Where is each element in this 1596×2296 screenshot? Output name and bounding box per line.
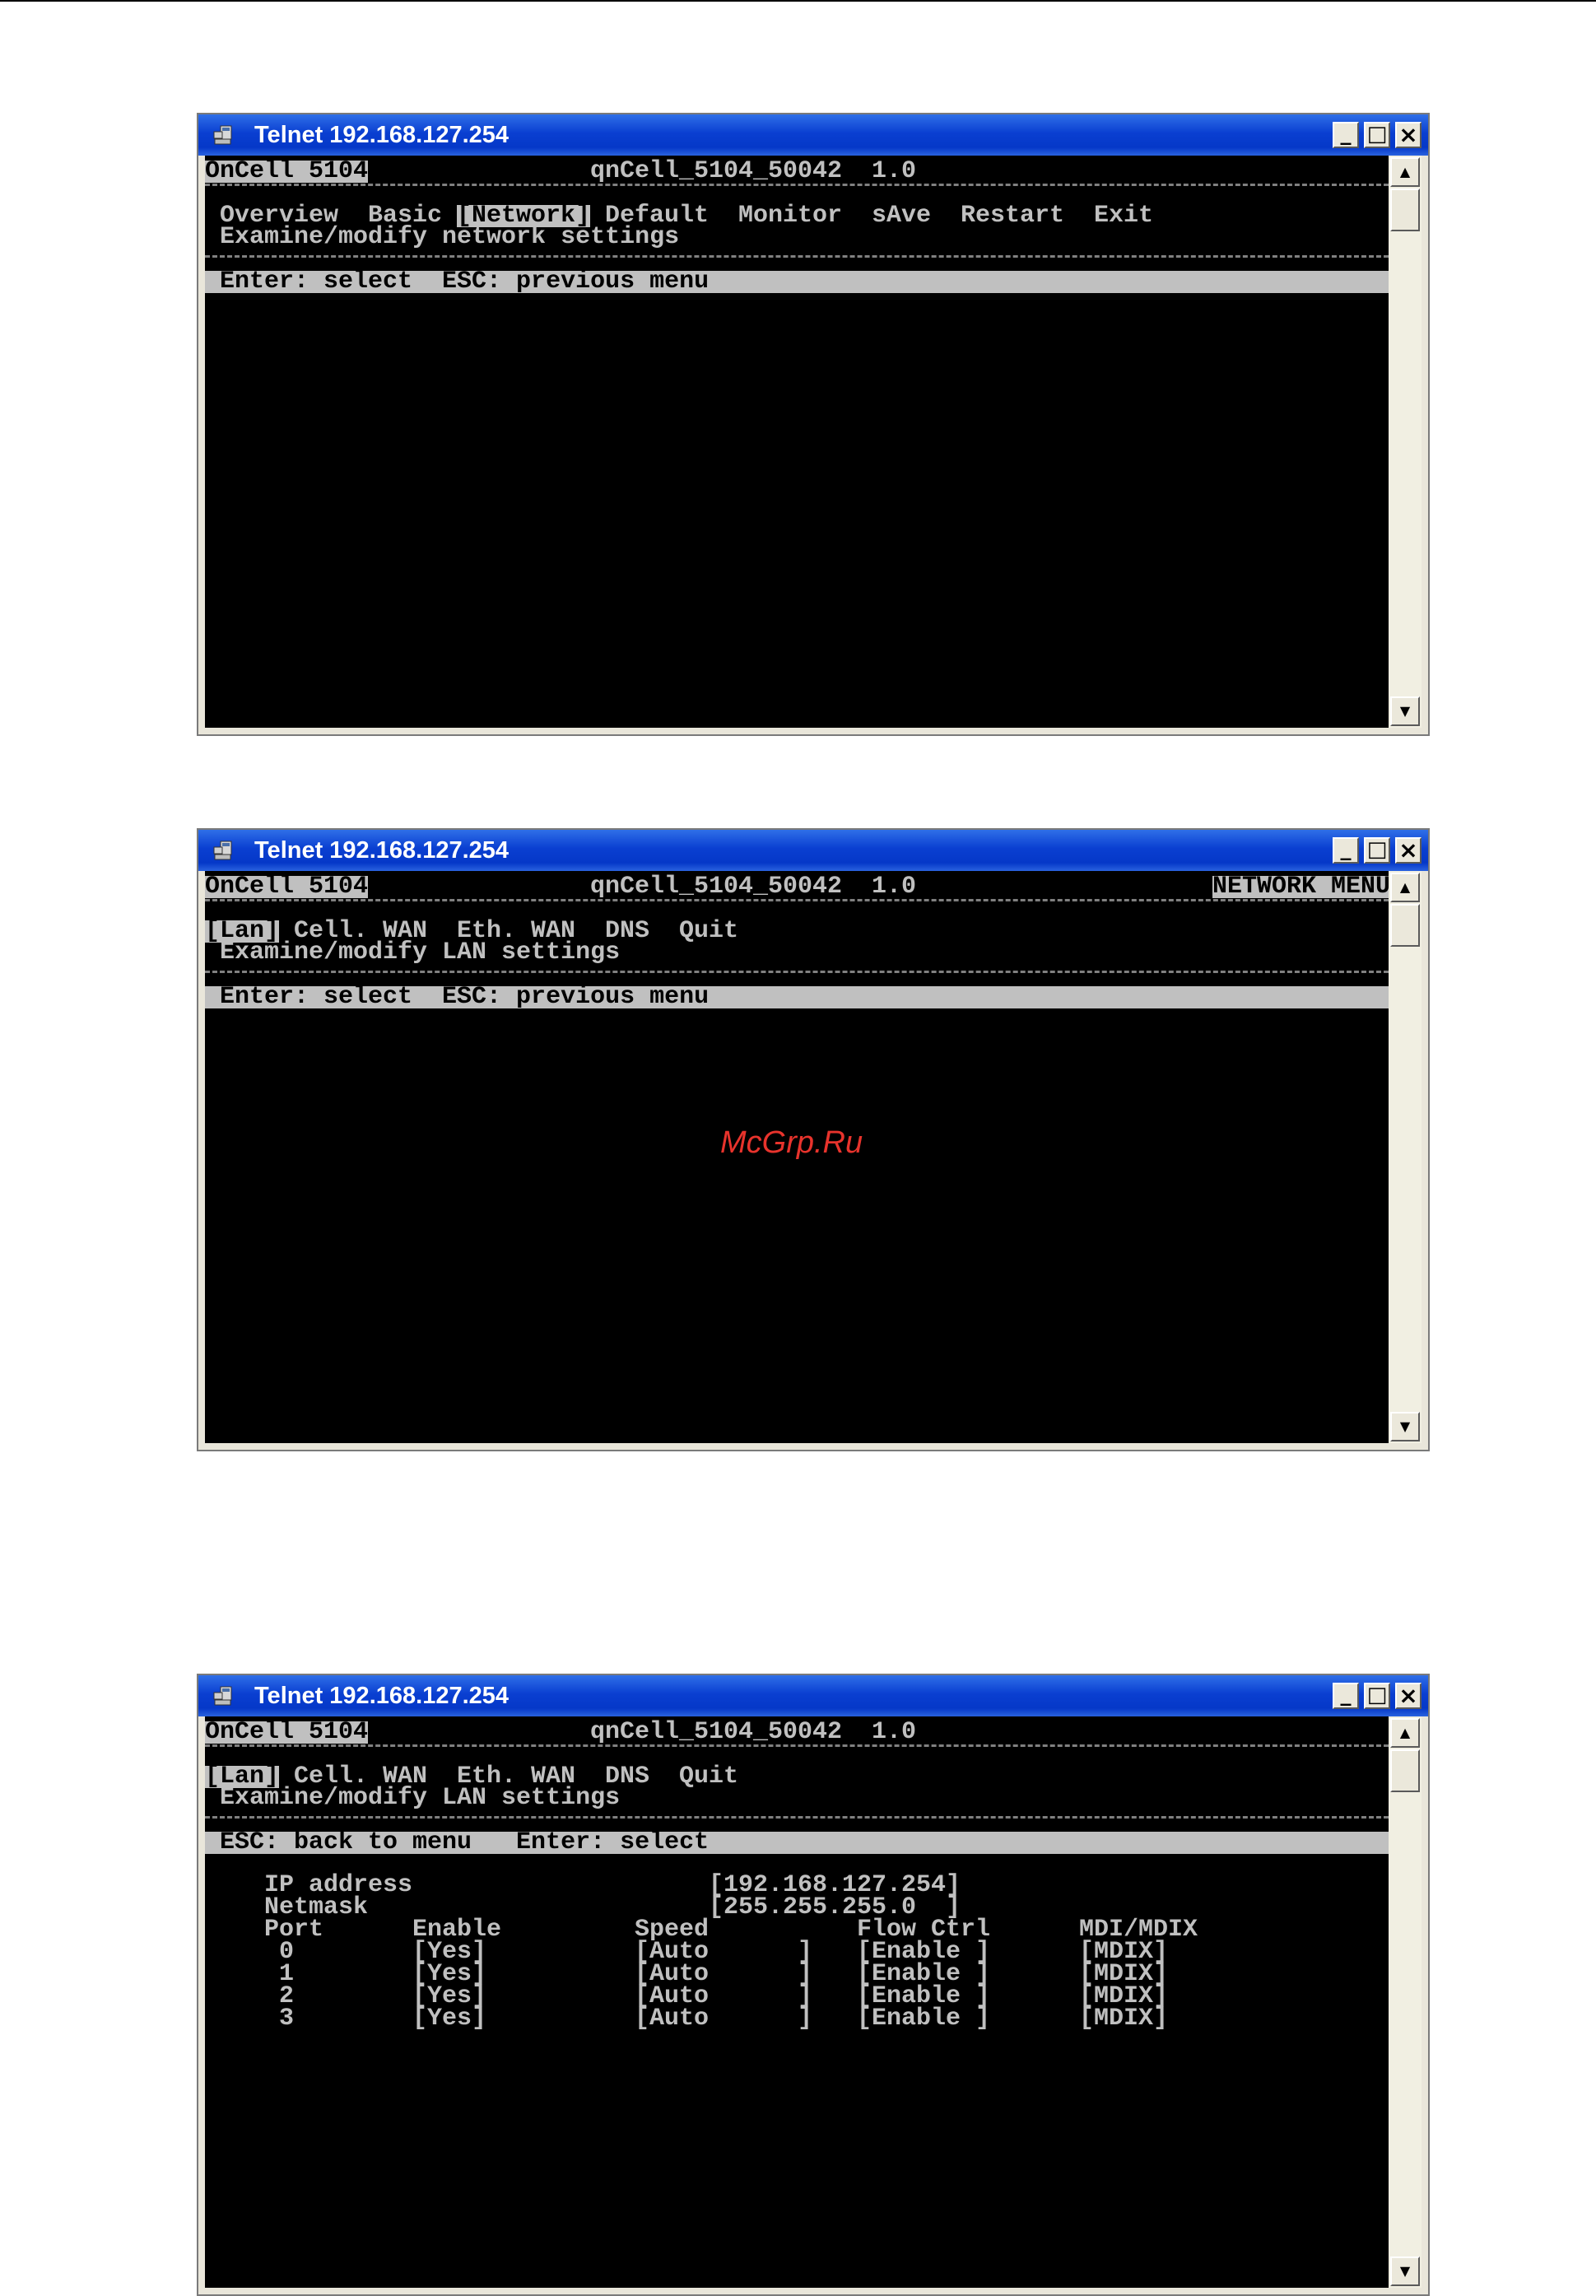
close-button[interactable]: ×: [1395, 1683, 1422, 1709]
header-divider: [205, 1744, 1389, 1747]
scroll-up-arrow-icon: ▲: [1399, 1725, 1411, 1740]
vertical-scrollbar[interactable]: ▲ ▼: [1389, 871, 1422, 1443]
menu-description: Examine/modify network settings: [220, 223, 680, 251]
close-icon: ×: [1398, 1682, 1418, 1709]
title-bar[interactable]: Telnet 192.168.127.254 _ □ ×: [198, 1675, 1428, 1716]
maximize-icon: □: [1366, 837, 1388, 862]
port-number: 3: [279, 2005, 295, 2033]
menu-item-restart[interactable]: Restart: [961, 203, 1064, 228]
header-divider: [205, 899, 1389, 901]
status-bar-text: ESC: back to menu Enter: select: [220, 1828, 710, 1856]
vertical-scrollbar[interactable]: ▲ ▼: [1389, 1716, 1422, 2288]
scroll-up-button[interactable]: ▲: [1390, 1718, 1420, 1748]
close-icon: ×: [1398, 121, 1418, 148]
maximize-button[interactable]: □: [1364, 1683, 1390, 1709]
scroll-up-arrow-icon: ▲: [1399, 879, 1411, 895]
status-bar-text: Enter: select ESC: previous menu: [220, 983, 710, 1011]
close-icon: ×: [1398, 836, 1418, 864]
menu-item-save[interactable]: sAve: [872, 203, 931, 228]
scroll-thumb[interactable]: [1390, 904, 1420, 947]
scroll-thumb[interactable]: [1390, 189, 1420, 231]
port-mdi-mdix-field[interactable]: [MDIX]: [1079, 2006, 1168, 2031]
terminal-console[interactable]: OnCell 5104 qnCell_5104_50042 1.0 Overvi…: [205, 156, 1389, 728]
maximize-icon: □: [1366, 1683, 1388, 1707]
minimize-icon: _: [1340, 836, 1352, 861]
minimize-icon: _: [1340, 121, 1352, 146]
column-header-port: Port: [264, 1916, 324, 1944]
maximize-button[interactable]: □: [1364, 122, 1390, 148]
status-bar: Enter: select ESC: previous menu: [205, 268, 1389, 296]
port-flow-ctrl-field[interactable]: [Enable ]: [857, 2006, 990, 2031]
window-title: Telnet 192.168.127.254: [254, 122, 510, 148]
telnet-computer-icon: [213, 1686, 232, 1706]
status-bar: ESC: back to menu Enter: select: [205, 1828, 1389, 1856]
menu-item-exit[interactable]: Exit: [1094, 203, 1153, 228]
telnet-window-lan-settings[interactable]: Telnet 192.168.127.254 _ □ × OnCell 5104…: [197, 1674, 1430, 2296]
minimize-icon: _: [1340, 1682, 1352, 1707]
menu-divider: [205, 971, 1389, 973]
menu-item-monitor[interactable]: Monitor: [738, 203, 842, 228]
window-title: Telnet 192.168.127.254: [254, 837, 510, 864]
scroll-down-button[interactable]: ▼: [1390, 696, 1420, 726]
scroll-down-arrow-icon: ▼: [1399, 1418, 1411, 1434]
menu-divider: [205, 1816, 1389, 1819]
scroll-down-button[interactable]: ▼: [1390, 2256, 1420, 2286]
scroll-up-button[interactable]: ▲: [1390, 157, 1420, 187]
menu-divider: [205, 255, 1389, 258]
firmware-version: qnCell_5104_50042 1.0: [590, 1718, 917, 1746]
title-bar[interactable]: Telnet 192.168.127.254 _ □ ×: [198, 114, 1428, 156]
firmware-version: qnCell_5104_50042 1.0: [590, 873, 917, 901]
scroll-thumb[interactable]: [1390, 1749, 1420, 1792]
page-top-rule: [0, 0, 1596, 2]
status-bar: Enter: select ESC: previous menu: [205, 983, 1389, 1011]
minimize-button[interactable]: _: [1333, 837, 1359, 864]
scroll-down-button[interactable]: ▼: [1390, 1412, 1420, 1441]
scroll-down-arrow-icon: ▼: [1399, 2263, 1411, 2279]
device-name: OnCell 5104: [205, 1718, 369, 1746]
scroll-up-arrow-icon: ▲: [1399, 164, 1411, 179]
telnet-computer-icon: [213, 125, 232, 145]
menu-item-quit[interactable]: Quit: [679, 919, 738, 943]
menu-name-label: NETWORK MENU: [1212, 874, 1389, 899]
maximize-icon: □: [1366, 122, 1388, 147]
close-button[interactable]: ×: [1395, 837, 1422, 864]
minimize-button[interactable]: _: [1333, 1683, 1359, 1709]
watermark: McGrp.Ru: [720, 1125, 863, 1160]
title-bar[interactable]: Telnet 192.168.127.254 _ □ ×: [198, 830, 1428, 871]
device-name: OnCell 5104: [205, 157, 369, 185]
telnet-computer-icon: [213, 841, 232, 860]
maximize-button[interactable]: □: [1364, 837, 1390, 864]
header-divider: [205, 184, 1389, 186]
device-name: OnCell 5104: [205, 873, 369, 901]
terminal-console[interactable]: OnCell 5104 qnCell_5104_50042 1.0 [Lan] …: [205, 1716, 1389, 2288]
firmware-version: qnCell_5104_50042 1.0: [590, 157, 917, 185]
scroll-up-button[interactable]: ▲: [1390, 873, 1420, 902]
menu-description: Examine/modify LAN settings: [220, 938, 621, 966]
telnet-window-main-menu[interactable]: Telnet 192.168.127.254 _ □ × OnCell 5104…: [197, 113, 1430, 736]
port-enable-field[interactable]: [Yes]: [412, 2006, 486, 2031]
menu-item-quit[interactable]: Quit: [679, 1764, 738, 1789]
window-title: Telnet 192.168.127.254: [254, 1683, 510, 1709]
status-bar-text: Enter: select ESC: previous menu: [220, 268, 710, 296]
port-speed-field[interactable]: [Auto ]: [635, 2006, 812, 2031]
minimize-button[interactable]: _: [1333, 122, 1359, 148]
scroll-down-arrow-icon: ▼: [1399, 703, 1411, 719]
menu-description: Examine/modify LAN settings: [220, 1784, 621, 1812]
vertical-scrollbar[interactable]: ▲ ▼: [1389, 156, 1422, 728]
close-button[interactable]: ×: [1395, 122, 1422, 148]
